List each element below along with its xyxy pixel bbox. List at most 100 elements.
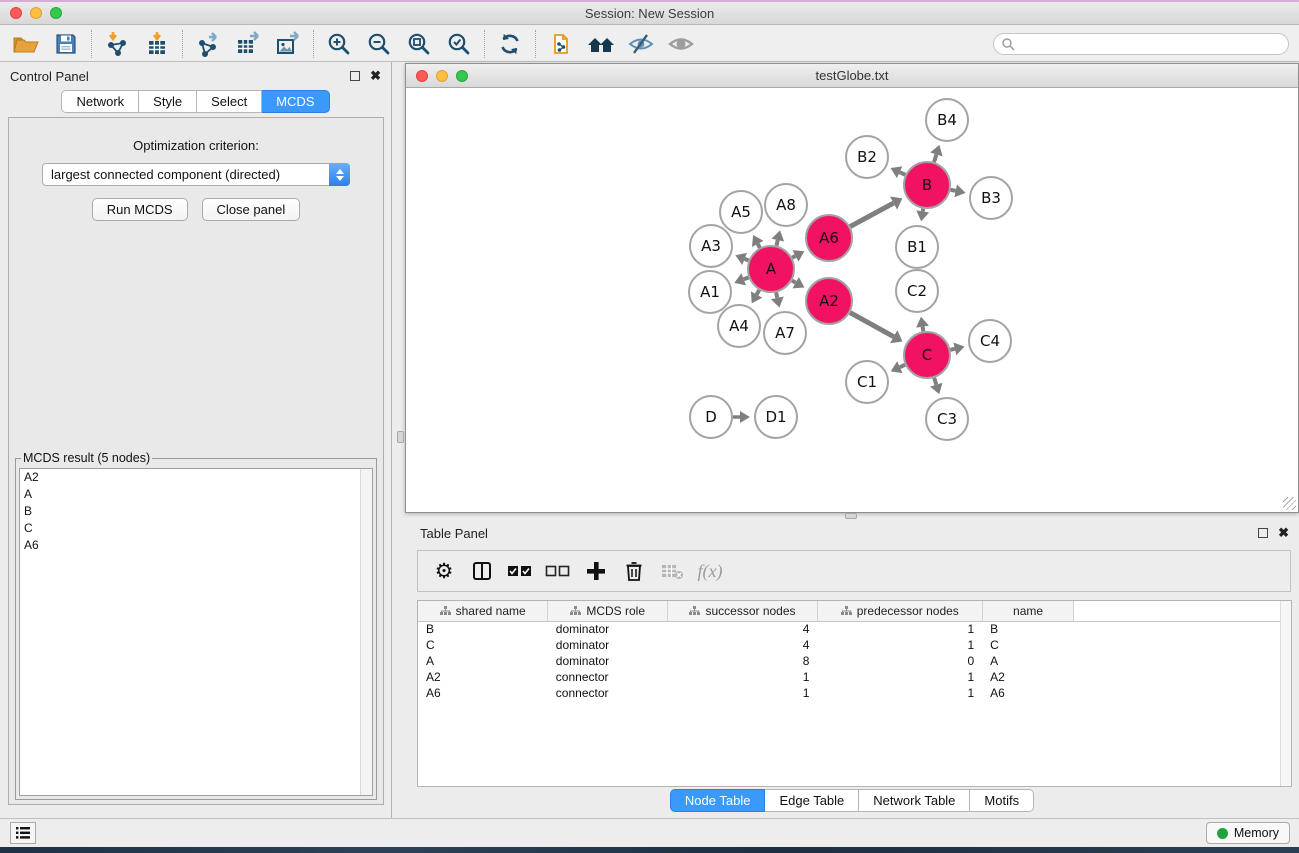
- table-options-icon[interactable]: ⚙: [428, 555, 460, 587]
- table-row[interactable]: A2connector11A2: [418, 669, 1291, 685]
- tab-mcds[interactable]: MCDS: [262, 90, 329, 113]
- cell-successor_nodes[interactable]: 4: [668, 621, 818, 637]
- table-row[interactable]: Adominator80A: [418, 653, 1291, 669]
- search-input[interactable]: [993, 33, 1289, 55]
- graph-edge-C-C3[interactable]: [934, 378, 936, 385]
- table-row[interactable]: A6connector11A6: [418, 685, 1291, 701]
- deselect-all-columns-icon[interactable]: [542, 555, 574, 587]
- cell-name[interactable]: A2: [982, 669, 1074, 685]
- graph-edge-A-A6[interactable]: [792, 256, 795, 258]
- tab-select[interactable]: Select: [197, 90, 262, 113]
- tab-motifs[interactable]: Motifs: [970, 789, 1034, 812]
- new-session-from-network-icon[interactable]: [541, 28, 581, 60]
- cell-successor_nodes[interactable]: 1: [668, 669, 818, 685]
- mcds-result-item[interactable]: C: [20, 520, 372, 537]
- cell-shared_name[interactable]: C: [418, 637, 548, 653]
- tab-edge-table[interactable]: Edge Table: [765, 789, 859, 812]
- mcds-result-list[interactable]: A2ABCA6: [19, 468, 373, 796]
- export-table-icon[interactable]: [228, 28, 268, 60]
- column-header-MCDS-role[interactable]: MCDS role: [548, 601, 668, 621]
- graph-edge-B-B2[interactable]: [900, 172, 906, 175]
- run-mcds-button[interactable]: Run MCDS: [92, 198, 188, 221]
- close-table-panel-icon[interactable]: ✖: [1278, 528, 1289, 538]
- show-task-history-button[interactable]: [10, 822, 36, 844]
- float-table-panel-icon[interactable]: [1258, 528, 1268, 538]
- graph-edge-A-A5[interactable]: [758, 244, 760, 248]
- cell-shared_name[interactable]: A2: [418, 669, 548, 685]
- cell-predecessor_nodes[interactable]: 1: [817, 669, 982, 685]
- cell-name[interactable]: C: [982, 637, 1074, 653]
- resize-grip-icon[interactable]: [1283, 497, 1296, 510]
- zoom-selected-icon[interactable]: [439, 28, 479, 60]
- zoom-out-icon[interactable]: [359, 28, 399, 60]
- show-graphics-details-icon[interactable]: [661, 28, 701, 60]
- cell-mcds_role[interactable]: dominator: [548, 637, 668, 653]
- export-image-icon[interactable]: [268, 28, 308, 60]
- graph-edge-A-A1[interactable]: [744, 277, 749, 279]
- network-window-titlebar[interactable]: testGlobe.txt: [406, 64, 1298, 88]
- cell-name[interactable]: A: [982, 653, 1074, 669]
- cell-mcds_role[interactable]: connector: [548, 669, 668, 685]
- select-all-columns-icon[interactable]: [504, 555, 536, 587]
- graph-edge-C-C1[interactable]: [900, 365, 905, 367]
- column-header-name[interactable]: name: [982, 601, 1074, 621]
- graph-edge-A-A7[interactable]: [776, 292, 777, 297]
- cell-predecessor_nodes[interactable]: 1: [817, 621, 982, 637]
- column-header-predecessor-nodes[interactable]: predecessor nodes: [817, 601, 982, 621]
- graph-edge-A-A2[interactable]: [792, 281, 796, 283]
- table-row[interactable]: Cdominator41C: [418, 637, 1291, 653]
- tab-network[interactable]: Network: [61, 90, 139, 113]
- mcds-result-item[interactable]: A2: [20, 469, 372, 486]
- cell-mcds_role[interactable]: dominator: [548, 653, 668, 669]
- cell-name[interactable]: B: [982, 621, 1074, 637]
- cell-predecessor_nodes[interactable]: 0: [817, 653, 982, 669]
- export-network-icon[interactable]: [188, 28, 228, 60]
- cell-predecessor_nodes[interactable]: 1: [817, 685, 982, 701]
- mcds-result-item[interactable]: A6: [20, 537, 372, 554]
- create-column-icon[interactable]: [580, 555, 612, 587]
- zoom-fit-icon[interactable]: [399, 28, 439, 60]
- float-panel-icon[interactable]: [350, 71, 360, 81]
- hide-graphics-details-icon[interactable]: [621, 28, 661, 60]
- cell-successor_nodes[interactable]: 8: [668, 653, 818, 669]
- column-header-shared-name[interactable]: shared name: [418, 601, 548, 621]
- scrollbar-track[interactable]: [1280, 601, 1291, 786]
- cell-successor_nodes[interactable]: 4: [668, 637, 818, 653]
- graph-edge-B-B4[interactable]: [934, 154, 936, 162]
- cell-predecessor_nodes[interactable]: 1: [817, 637, 982, 653]
- graph-edge-B-B3[interactable]: [951, 190, 956, 191]
- graph-edge-C-C4[interactable]: [950, 349, 954, 350]
- memory-button[interactable]: Memory: [1206, 822, 1290, 844]
- cell-name[interactable]: A6: [982, 685, 1074, 701]
- network-canvas[interactable]: AA1A2A3A4A5A6A7A8BB1B2B3B4CC1C2C3C4DD1: [406, 88, 1298, 512]
- graph-edge-A-A4[interactable]: [757, 290, 760, 295]
- cell-successor_nodes[interactable]: 1: [668, 685, 818, 701]
- cell-shared_name[interactable]: B: [418, 621, 548, 637]
- column-header-successor-nodes[interactable]: successor nodes: [668, 601, 818, 621]
- save-session-icon[interactable]: [46, 28, 86, 60]
- graph-edge-C-C2[interactable]: [923, 327, 924, 332]
- graph-edge-A2-C[interactable]: [850, 313, 894, 337]
- scrollbar-track[interactable]: [360, 469, 372, 795]
- show-hide-panels-icon[interactable]: [581, 28, 621, 60]
- tab-style[interactable]: Style: [139, 90, 197, 113]
- open-file-icon[interactable]: [6, 28, 46, 60]
- tab-node-table[interactable]: Node Table: [670, 789, 766, 812]
- cell-shared_name[interactable]: A: [418, 653, 548, 669]
- cell-mcds_role[interactable]: connector: [548, 685, 668, 701]
- refresh-icon[interactable]: [490, 28, 530, 60]
- graph-edge-A-A8[interactable]: [776, 240, 777, 246]
- split-divider-grip[interactable]: [397, 431, 404, 443]
- mcds-result-item[interactable]: A: [20, 486, 372, 503]
- import-table-icon[interactable]: [137, 28, 177, 60]
- close-panel-button[interactable]: Close panel: [202, 198, 301, 221]
- criterion-select[interactable]: largest connected component (directed): [42, 163, 350, 186]
- table-row[interactable]: Bdominator41B: [418, 621, 1291, 637]
- graph-edge-A6-B[interactable]: [850, 203, 893, 227]
- tab-network-table[interactable]: Network Table: [859, 789, 970, 812]
- mcds-result-item[interactable]: B: [20, 503, 372, 520]
- network-graph[interactable]: AA1A2A3A4A5A6A7A8BB1B2B3B4CC1C2C3C4DD1: [406, 88, 1298, 512]
- import-network-icon[interactable]: [97, 28, 137, 60]
- cell-mcds_role[interactable]: dominator: [548, 621, 668, 637]
- graph-edge-A-A3[interactable]: [745, 259, 749, 261]
